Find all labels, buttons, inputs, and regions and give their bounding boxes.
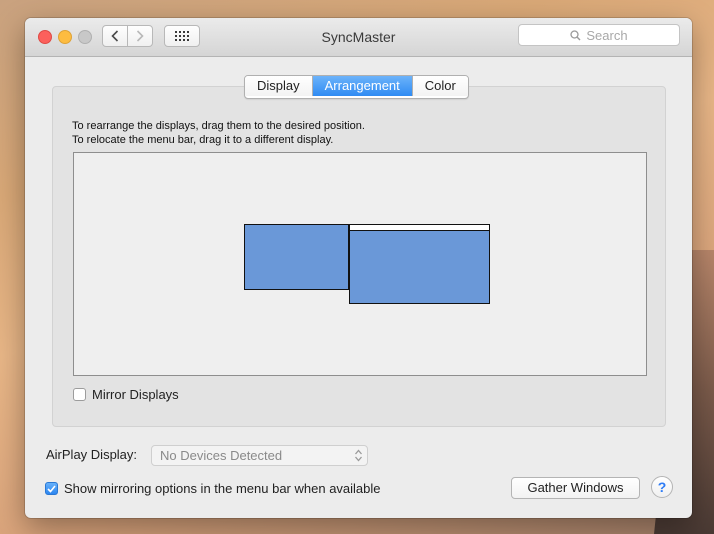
mirror-displays-label: Mirror Displays xyxy=(92,387,179,402)
tab-arrangement[interactable]: Arrangement xyxy=(312,76,413,96)
menu-bar-indicator[interactable] xyxy=(350,225,489,231)
updown-arrows-icon xyxy=(355,449,362,462)
help-button[interactable]: ? xyxy=(651,476,673,498)
show-mirroring-option[interactable]: Show mirroring options in the menu bar w… xyxy=(45,481,381,496)
title-bar: SyncMaster Search xyxy=(25,18,692,57)
mirror-displays-checkbox[interactable] xyxy=(73,388,86,401)
search-field[interactable]: Search xyxy=(518,24,680,46)
airplay-display-select: No Devices Detected xyxy=(151,445,368,466)
checkmark-icon xyxy=(47,484,56,493)
instruction-line-2: To relocate the menu bar, drag it to a d… xyxy=(72,134,334,146)
arrangement-instructions: To rearrange the displays, drag them to … xyxy=(72,119,365,147)
primary-display[interactable] xyxy=(349,224,490,304)
search-icon xyxy=(570,29,581,40)
secondary-display[interactable] xyxy=(244,224,349,290)
tab-bar: Display Arrangement Color xyxy=(244,75,469,99)
show-mirroring-label: Show mirroring options in the menu bar w… xyxy=(64,481,381,496)
search-placeholder: Search xyxy=(586,27,628,43)
airplay-selected-value: No Devices Detected xyxy=(160,448,283,463)
display-arrangement-area xyxy=(73,152,647,376)
gather-windows-button[interactable]: Gather Windows xyxy=(511,477,640,499)
preferences-window: SyncMaster Search Display Arrangement Co… xyxy=(25,18,692,518)
tab-display[interactable]: Display xyxy=(245,76,313,96)
instruction-line-1: To rearrange the displays, drag them to … xyxy=(72,120,365,132)
tab-color[interactable]: Color xyxy=(412,76,468,96)
airplay-display-label: AirPlay Display: xyxy=(46,447,138,462)
show-mirroring-checkbox[interactable] xyxy=(45,482,58,495)
mirror-displays-option[interactable]: Mirror Displays xyxy=(73,387,179,402)
